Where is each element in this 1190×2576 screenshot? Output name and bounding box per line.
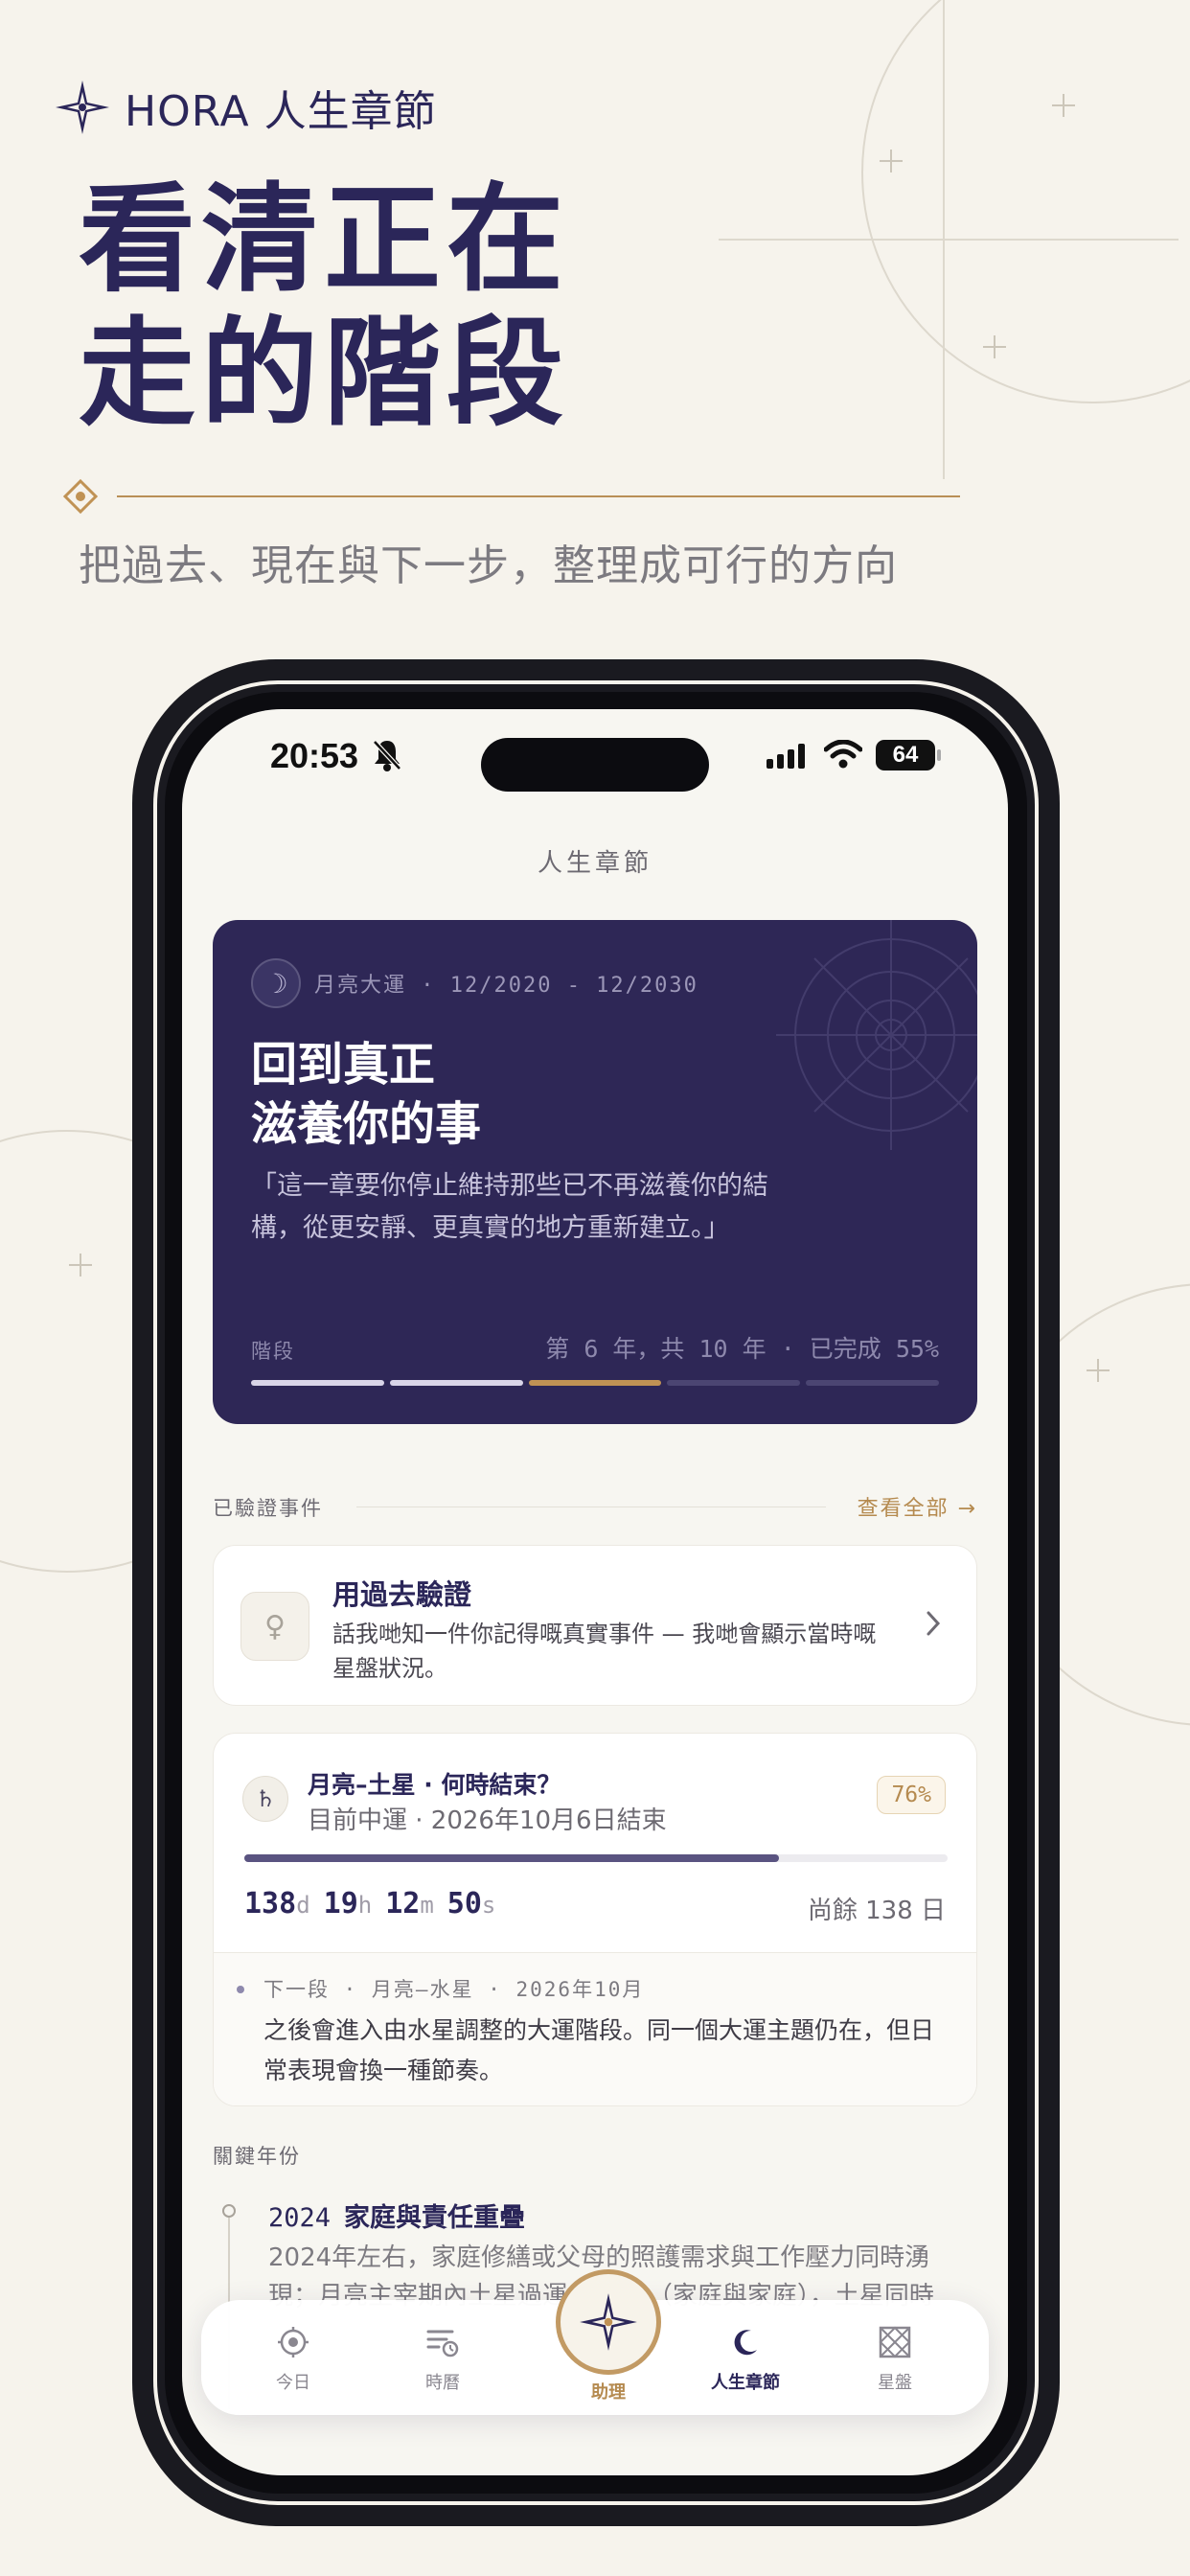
section-label: 已驗證事件 <box>213 1493 338 1522</box>
brand-logo: HORA 人生章節 <box>54 77 437 138</box>
verify-with-past-card[interactable]: ♀ 用過去驗證 話我哋知一件你記得嘅真實事件 — 我哋會顯示當時嘅星盤狀況。 <box>213 1545 977 1706</box>
hero-meta: ☽ 月亮大運 · 12/2020 - 12/2030 <box>251 958 698 1008</box>
signal-icon <box>767 744 805 769</box>
headline-line-2: 走的階段 <box>79 306 569 442</box>
promo-subtitle: 把過去、現在與下一步，整理成可行的方向 <box>79 541 898 590</box>
stage-segment <box>251 1380 384 1386</box>
status-bar: 20:53 64 <box>182 709 1008 815</box>
timeline-dot <box>222 2204 236 2218</box>
chapter-quote: 「這一章要你停止維持那些已不再滋養你的結構，從更安靜、更真實的地方重新建立。」 <box>251 1171 768 1243</box>
stage-segment <box>667 1380 801 1386</box>
saturn-icon: ♄ <box>242 1776 288 1822</box>
days-unit: d <box>296 1892 310 1919</box>
countdown-days: 138 <box>244 1887 297 1920</box>
percent-badge: 76% <box>877 1776 946 1814</box>
venus-icon: ♀ <box>240 1592 309 1661</box>
page-title: 人生章節 <box>537 849 652 878</box>
tab-label: 今日 <box>276 2373 310 2393</box>
chapter-title-line-1: 回到真正 <box>251 1038 436 1092</box>
chapter-title: 回到真正 滋養你的事 <box>251 1035 481 1154</box>
tab-calendar[interactable]: 時曆 <box>385 2321 500 2394</box>
countdown-hours: 19 <box>323 1887 358 1920</box>
minutes-unit: m <box>420 1892 434 1919</box>
countdown-seconds: 50 <box>446 1887 482 1920</box>
hours-unit: h <box>357 1892 373 1919</box>
next-stage-text: 之後會進入由水星調整的大運階段。同一個大運主題仍在，但日常表現會換一種節奏。 <box>263 2016 935 2084</box>
tab-label: 時曆 <box>425 2373 460 2393</box>
transit-progress-bar <box>244 1854 948 1862</box>
stage-info: 第 6 年，共 10 年 · 已完成 55% <box>545 1335 939 1363</box>
target-icon <box>278 2327 309 2358</box>
countdown-timer: 138d 19h 12m 50s <box>244 1887 509 1920</box>
transit-title: 月亮–土星 · 何時結束？ <box>308 1771 561 1799</box>
stage-segment <box>806 1380 939 1386</box>
key-year: 2024 <box>268 2203 332 2233</box>
chapter-hero-card[interactable]: ☽ 月亮大運 · 12/2020 - 12/2030 回到真正 滋養你的事 「這… <box>213 920 977 1424</box>
key-years-header: 關鍵年份 <box>213 2135 977 2174</box>
assistant-button[interactable] <box>556 2269 661 2375</box>
chapter-title-line-2: 滋養你的事 <box>251 1097 482 1151</box>
brand-name: HORA 人生章節 <box>125 87 437 136</box>
next-stage-label: 下一段 · 月亮–水星 · 2026年10月 <box>263 1978 645 2001</box>
tab-chart[interactable]: 星盤 <box>837 2321 952 2394</box>
verify-description: 話我哋知一件你記得嘅真實事件 — 我哋會顯示當時嘅星盤狀況。 <box>332 1621 877 1682</box>
verified-events-header: 已驗證事件 查看全部 → <box>213 1487 977 1526</box>
remaining-days: 尚餘 138 日 <box>807 1897 946 1925</box>
seconds-unit: s <box>481 1892 496 1919</box>
next-stage-panel: 下一段 · 月亮–水星 · 2026年10月 之後會進入由水星調整的大運階段。同… <box>214 1952 976 2105</box>
wifi-icon <box>824 740 862 769</box>
tab-label: 人生章節 <box>711 2373 780 2393</box>
tab-today[interactable]: 今日 <box>236 2321 351 2394</box>
hero-period: 月亮大運 · 12/2020 - 12/2030 <box>314 974 698 998</box>
key-year-item[interactable]: 2024 家庭與責任重疊 <box>268 2196 525 2234</box>
verify-title: 用過去驗證 <box>332 1578 472 1611</box>
tab-life-chapters[interactable]: 人生章節 <box>688 2321 803 2394</box>
stage-progress-bar <box>251 1380 939 1386</box>
promo-header: HORA 人生章節 看清正在 走的階段 把過去、現在與下一步，整理成可行的方向 <box>0 0 1190 613</box>
key-year-title: 家庭與責任重疊 <box>344 2203 526 2233</box>
calendar-list-icon <box>426 2330 459 2358</box>
compass-star-icon <box>56 80 109 134</box>
bottom-tab-bar: 今日 時曆 助理 人生章節 星盤 <box>201 2269 989 2415</box>
astro-wheel-watermark <box>776 920 977 1150</box>
tab-label: 星盤 <box>878 2373 912 2393</box>
transit-countdown-card[interactable]: ♄ 月亮–土星 · 何時結束？ 目前中運 · 2026年10月6日結束 76% … <box>213 1733 977 2106</box>
bullet-dot <box>237 1986 244 1993</box>
crescent-moon-icon: ☽ <box>251 958 301 1008</box>
compass-star-icon <box>580 2293 637 2351</box>
phone-screen: 20:53 64 人生章節 ☽ 月亮大運 · 12/2020 - 12/2030… <box>182 709 1008 2475</box>
stage-label: 階段 <box>251 1340 295 1363</box>
crescent-moon-icon <box>734 2330 757 2356</box>
stage-segment <box>528 1380 662 1386</box>
chevron-right-icon <box>927 1611 941 1636</box>
promo-headline: 看清正在 走的階段 <box>79 172 569 441</box>
diamond-icon <box>63 479 98 514</box>
view-all-link[interactable]: 查看全部 → <box>858 1491 977 1522</box>
battery-indicator: 64 <box>876 740 941 770</box>
headline-line-1: 看清正在 <box>79 172 569 308</box>
bell-muted-icon <box>373 740 401 771</box>
gold-divider <box>63 479 960 514</box>
transit-subtitle: 目前中運 · 2026年10月6日結束 <box>308 1806 667 1835</box>
tab-assistant-label[interactable]: 助理 <box>551 2379 666 2404</box>
chart-grid-icon <box>879 2326 911 2358</box>
countdown-minutes: 12 <box>385 1887 421 1920</box>
section-label: 關鍵年份 <box>213 2141 316 2170</box>
dynamic-island <box>481 738 709 792</box>
transit-progress-fill <box>244 1854 779 1862</box>
status-time: 20:53 <box>270 736 359 775</box>
stage-segment <box>389 1380 523 1386</box>
